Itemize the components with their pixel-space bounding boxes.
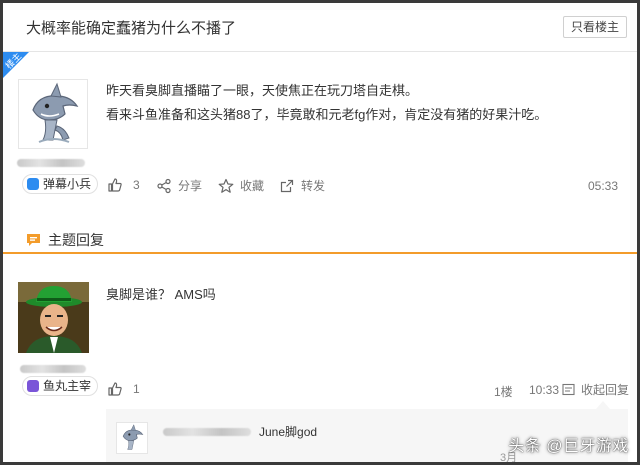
shark-avatar-icon — [117, 423, 147, 453]
reply-list-icon — [562, 383, 575, 396]
reply-text: 臭脚是谁？ AMS吗 — [106, 287, 216, 302]
only-op-button[interactable]: 只看楼主 — [562, 16, 627, 38]
op-like-button[interactable]: 3 — [107, 177, 140, 193]
op-badge-label: 弹幕小兵 — [43, 177, 92, 191]
op-favorite-button[interactable]: 收藏 — [218, 177, 264, 194]
reply-username[interactable] — [20, 365, 86, 373]
op-time: 05:33 — [587, 179, 618, 193]
section-divider — [3, 252, 637, 254]
badge-rank-icon — [27, 380, 39, 392]
section-title-label: 主题回复 — [48, 232, 104, 248]
op-username[interactable] — [17, 159, 85, 167]
reply-floor: 1楼 — [494, 385, 513, 399]
reply-like-count: 1 — [133, 382, 140, 396]
reply-time: 10:33 — [529, 383, 560, 397]
op-line-1: 昨天看臭脚直播瞄了一眼，天使焦正在玩刀塔自走棋。 — [106, 83, 419, 98]
op-avatar[interactable] — [18, 79, 88, 149]
share-icon — [157, 178, 171, 193]
badge-rank-icon — [27, 178, 39, 190]
thumbs-up-icon — [108, 382, 122, 396]
thread-title: 大概率能确定蠢猪为什么不播了 — [26, 20, 237, 37]
op-share-label: 分享 — [178, 179, 203, 193]
reply-avatar[interactable] — [18, 282, 89, 353]
page: 大概率能确定蠢猪为什么不播了 只看楼主 楼主 弹幕小兵 昨天看臭脚直播瞄了一眼，… — [3, 3, 637, 462]
op-forward-label: 转发 — [301, 179, 326, 193]
reply-like-button[interactable]: 1 — [107, 381, 140, 397]
op-share-button[interactable]: 分享 — [156, 177, 202, 194]
reply-badge: 鱼丸主宰 — [22, 376, 99, 396]
shark-avatar-icon — [19, 80, 87, 148]
sub-reply-caret — [596, 401, 610, 409]
op-line-2: 看来斗鱼准备和这头猪88了，毕竟敢和元老fg作对，肯定没有猪的好果汁吃。 — [106, 107, 548, 122]
op-like-count: 3 — [133, 178, 140, 192]
watermark: 头条 @巨牙游戏 — [508, 438, 629, 455]
thumbs-up-icon — [108, 178, 122, 192]
reply-badge-label: 鱼丸主宰 — [43, 379, 92, 393]
sub-reply-username[interactable] — [163, 428, 251, 436]
green-hat-avatar-icon — [18, 282, 89, 353]
section-title: 主题回复 — [26, 230, 104, 250]
star-icon — [218, 178, 234, 193]
op-badge: 弹幕小兵 — [22, 174, 99, 194]
op-forward-button[interactable]: 转发 — [279, 177, 325, 194]
sub-reply-avatar[interactable] — [116, 422, 148, 454]
op-favorite-label: 收藏 — [240, 179, 265, 193]
sub-reply-text: June脚god — [259, 425, 318, 439]
fold-replies-label: 收起回复 — [581, 383, 630, 397]
forward-icon — [280, 179, 294, 192]
fold-replies-button[interactable]: 收起回复 — [562, 381, 629, 398]
comment-bubble-icon — [27, 234, 40, 246]
thread-header: 大概率能确定蠢猪为什么不播了 只看楼主 — [3, 3, 637, 52]
